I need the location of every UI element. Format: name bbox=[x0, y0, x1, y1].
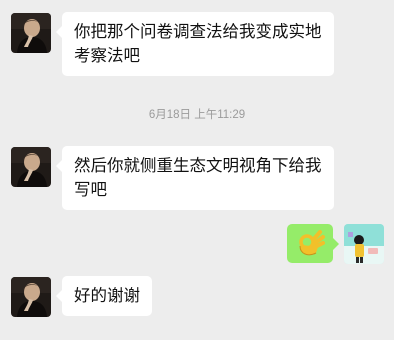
message-text: 然后你就侧重生态文明视角下给我写吧 bbox=[74, 156, 322, 199]
message-bubble-outgoing[interactable] bbox=[287, 224, 339, 263]
contact-avatar-image bbox=[11, 277, 51, 317]
self-avatar-image bbox=[344, 224, 384, 264]
contact-avatar[interactable] bbox=[11, 277, 51, 317]
contact-avatar-image bbox=[11, 147, 51, 187]
self-avatar[interactable] bbox=[344, 224, 384, 264]
ok-hand-icon bbox=[299, 230, 325, 256]
message-bubble-incoming[interactable]: 然后你就侧重生态文明视角下给我写吧 bbox=[56, 146, 334, 210]
contact-avatar[interactable] bbox=[11, 13, 51, 53]
contact-avatar[interactable] bbox=[11, 147, 51, 187]
contact-avatar-image bbox=[11, 13, 51, 53]
message-text: 你把那个问卷调查法给我变成实地考察法吧 bbox=[74, 22, 322, 65]
message-text: 好的谢谢 bbox=[74, 286, 140, 305]
chat-window: 你把那个问卷调查法给我变成实地考察法吧 6月18日 上午11:29 然后你就侧重… bbox=[0, 0, 394, 340]
message-bubble-incoming[interactable]: 好的谢谢 bbox=[56, 276, 152, 316]
message-bubble-incoming[interactable]: 你把那个问卷调查法给我变成实地考察法吧 bbox=[56, 12, 334, 76]
timestamp-divider: 6月18日 上午11:29 bbox=[148, 109, 246, 121]
